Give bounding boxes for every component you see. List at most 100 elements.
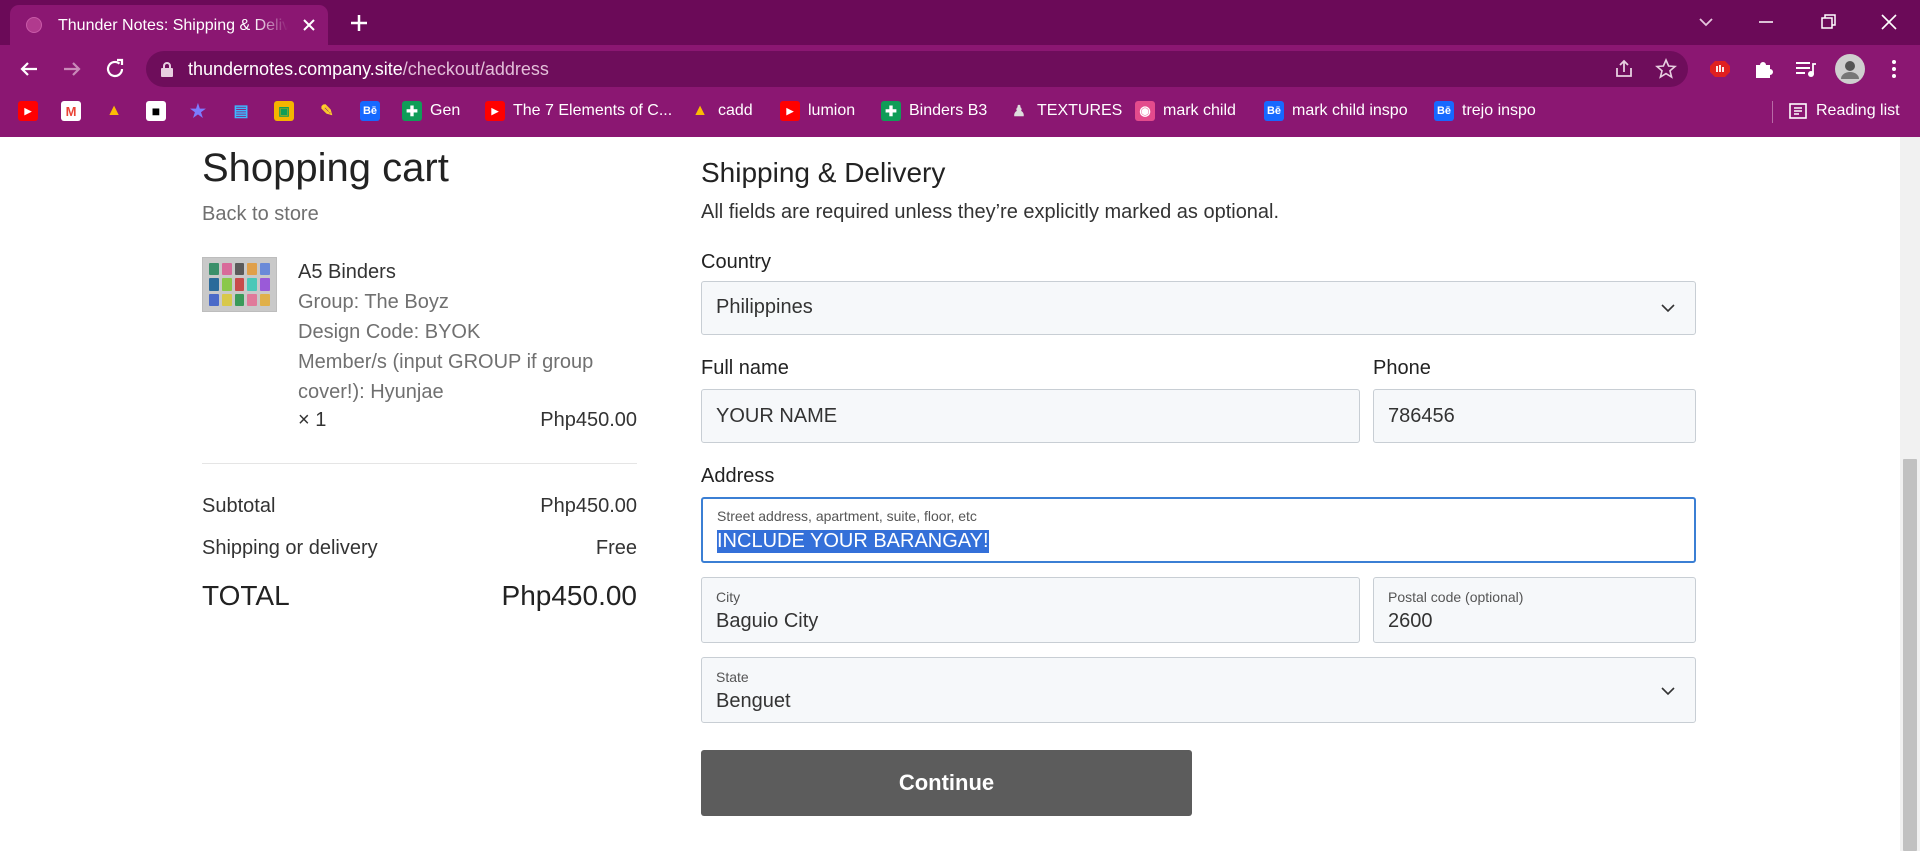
item-option-member-cont: cover!): Hyunjae [298, 381, 444, 403]
sheets-icon: ✚ [881, 101, 901, 121]
bookmark-1[interactable]: M [61, 93, 81, 129]
product-thumbnail[interactable] [202, 257, 277, 312]
item-price: Php450.00 [540, 409, 637, 431]
youtube-icon: ▶ [780, 101, 800, 121]
shipping-row: Shipping or delivery Free [202, 537, 637, 560]
tab-strip: Thunder Notes: Shipping & Delivery [0, 0, 1920, 45]
feather-icon: ✎ [320, 103, 334, 120]
new-tab-icon[interactable] [346, 10, 372, 36]
bookmark-16[interactable]: Bē mark child inspo [1264, 93, 1408, 129]
bookmark-11[interactable]: ▲ cadd [690, 93, 753, 129]
restore-icon[interactable] [1812, 6, 1844, 38]
share-icon[interactable] [1612, 57, 1636, 81]
behance-icon: Bē [1264, 101, 1284, 121]
address-label: Address [701, 465, 775, 487]
city-input[interactable]: City Baguio City [701, 577, 1360, 643]
bookmark-12[interactable]: ▶ lumion [780, 93, 855, 129]
postal-label: Postal code (optional) [1388, 589, 1524, 605]
bookmark-15[interactable]: ◉ mark child [1135, 93, 1236, 129]
back-to-store-link[interactable]: Back to store [202, 203, 319, 226]
continue-button[interactable]: Continue [701, 750, 1192, 816]
scrollbar-thumb[interactable] [1903, 459, 1917, 851]
behance-icon: Bē [360, 101, 380, 121]
url-text[interactable]: thundernotes.company.site/checkout/addre… [188, 59, 549, 79]
fullname-input[interactable]: YOUR NAME [701, 389, 1360, 443]
shop-icon: ▤ [233, 103, 249, 120]
adblock-extension-icon[interactable] [1706, 55, 1734, 83]
lock-icon[interactable] [160, 61, 174, 77]
bookmark-5[interactable]: ▤ [231, 93, 251, 129]
phone-input[interactable]: 786456 [1373, 389, 1696, 443]
bookmark-17[interactable]: Bē trejo inspo [1434, 93, 1536, 129]
form-note: All fields are required unless they’re e… [701, 201, 1280, 223]
bookmark-9[interactable]: ✚ Gen [402, 93, 460, 129]
drive-icon: ▲ [692, 102, 708, 119]
bookmark-3[interactable]: ■ [146, 93, 166, 129]
extensions-puzzle-icon[interactable] [1749, 55, 1777, 83]
gmail-icon: M [61, 101, 81, 121]
reading-list-button[interactable]: Reading list [1788, 93, 1900, 129]
bookmark-10[interactable]: ▶ The 7 Elements of C... [485, 93, 672, 129]
bookmark-6[interactable]: ▣ [274, 93, 294, 129]
state-select[interactable]: State Benguet [701, 657, 1696, 723]
total-row: TOTAL Php450.00 [202, 580, 637, 612]
bookmark-label: The 7 Elements of C... [513, 102, 673, 119]
item-quantity: × 1 [298, 409, 327, 431]
media-queue-icon[interactable] [1791, 55, 1819, 83]
shipping-label: Shipping or delivery [202, 537, 378, 559]
postal-code-input[interactable]: Postal code (optional) 2600 [1373, 577, 1696, 643]
unsplash-icon: ■ [146, 101, 166, 121]
fullname-label: Full name [701, 357, 789, 379]
country-select[interactable]: Philippines [701, 281, 1696, 335]
state-value: Benguet [716, 690, 791, 712]
sheets-icon: ✚ [402, 101, 422, 121]
close-window-icon[interactable] [1873, 6, 1905, 38]
bookmark-13[interactable]: ✚ Binders B3 [881, 93, 987, 129]
shipping-value: Free [595, 537, 637, 559]
forward-arrow-icon[interactable] [58, 55, 86, 83]
back-arrow-icon[interactable] [15, 55, 43, 83]
site-favicon-icon [26, 17, 42, 33]
item-option-member: Member/s (input GROUP if group [298, 351, 594, 373]
url-path: /checkout/address [402, 59, 549, 79]
bookmark-star-icon[interactable] [1654, 57, 1678, 81]
page-scrollbar[interactable] [1900, 137, 1920, 851]
item-name: A5 Binders [298, 261, 396, 283]
item-option-design-code: Design Code: BYOK [298, 321, 481, 343]
city-value: Baguio City [716, 610, 819, 632]
address-bar[interactable]: thundernotes.company.site/checkout/addre… [146, 51, 1688, 87]
tab-title: Thunder Notes: Shipping & Delivery [58, 17, 288, 34]
app-icon: ◉ [1135, 101, 1155, 121]
bookmark-label: mark child inspo [1292, 102, 1408, 119]
reload-icon[interactable] [101, 55, 129, 83]
cart-divider [202, 463, 637, 464]
tab-active[interactable]: Thunder Notes: Shipping & Delivery [10, 5, 328, 45]
bookmark-label: Binders B3 [909, 102, 988, 119]
bookmark-7[interactable]: ✎ [317, 93, 337, 129]
state-label: State [716, 669, 749, 685]
close-tab-icon[interactable] [300, 16, 318, 34]
bookmark-8[interactable]: Bē [360, 93, 380, 129]
street-address-input[interactable]: Street address, apartment, suite, floor,… [701, 497, 1696, 563]
behance-icon: Bē [1434, 101, 1454, 121]
bookmarks-separator [1772, 101, 1773, 123]
star-app-icon: ★ [189, 100, 207, 121]
profile-avatar-icon[interactable] [1834, 53, 1866, 85]
tab-search-chevron-icon[interactable] [1690, 6, 1722, 38]
phone-value: 786456 [1388, 405, 1455, 427]
bookmark-4[interactable]: ★ [188, 93, 208, 129]
bookmark-label: TEXTURES [1037, 102, 1123, 119]
country-label: Country [701, 251, 772, 273]
cart-title: Shopping cart [202, 146, 449, 190]
country-value: Philippines [716, 296, 813, 318]
chevron-down-icon [1661, 687, 1675, 696]
bookmark-2[interactable]: ▲ [104, 93, 124, 129]
bookmark-14[interactable]: ♟ TEXTURES [1009, 93, 1122, 129]
phone-label: Phone [1373, 357, 1431, 379]
kebab-menu-icon[interactable] [1880, 55, 1908, 83]
bookmark-0[interactable]: ▶ [18, 93, 38, 129]
street-address-value: INCLUDE YOUR BARANGAY! [717, 530, 989, 553]
minimize-icon[interactable] [1750, 6, 1782, 38]
subtotal-value: Php450.00 [540, 495, 637, 517]
youtube-icon: ▶ [485, 101, 505, 121]
